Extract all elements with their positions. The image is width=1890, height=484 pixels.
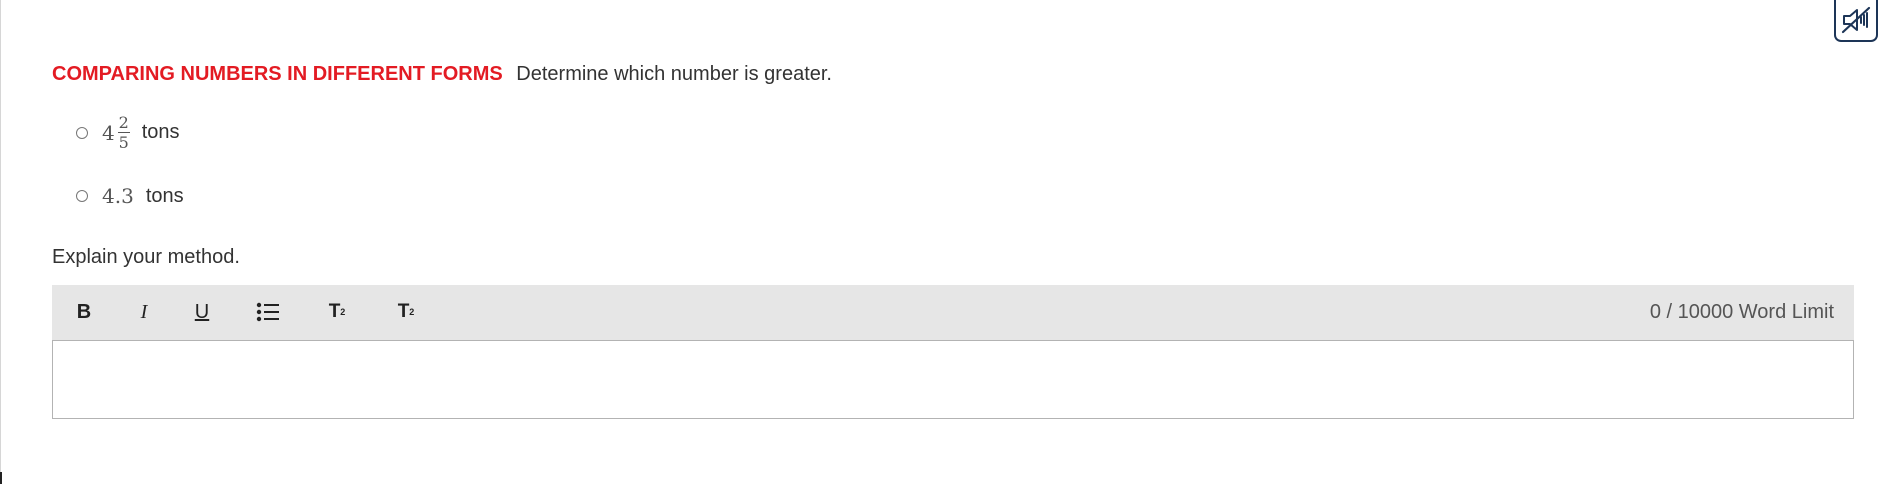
speaker-muted-icon (1841, 6, 1871, 34)
fraction: 2 5 (117, 113, 130, 152)
corner-mark (0, 472, 2, 484)
question-header: COMPARING NUMBERS IN DIFFERENT FORMS Det… (52, 62, 832, 86)
option-2-radio[interactable] (76, 190, 88, 202)
fraction-denominator: 5 (118, 133, 129, 152)
subscript-mark: 2 (409, 307, 415, 317)
option-2-unit: tons (145, 184, 184, 207)
italic-button[interactable]: I (120, 292, 168, 332)
left-border (0, 0, 1, 484)
decimal-number: 4.3 (102, 184, 134, 208)
subscript-letter: T (397, 301, 410, 322)
option-1-unit: tons (141, 121, 180, 143)
fraction-numerator: 2 (118, 113, 129, 132)
bold-button[interactable]: B (60, 292, 108, 332)
superscript-mark: 2 (340, 307, 346, 317)
editor-toolbar: B I U T2 T2 0 / 10000 Word Limit (52, 285, 1854, 340)
superscript-button[interactable]: T2 (313, 292, 361, 332)
answer-option-1[interactable]: 4 2 5 tons (76, 114, 180, 151)
superscript-letter: T (328, 301, 341, 322)
question-title: COMPARING NUMBERS IN DIFFERENT FORMS (52, 63, 503, 85)
mute-toggle-button[interactable] (1834, 0, 1878, 42)
answer-option-2[interactable]: 4.3 tons (76, 184, 184, 208)
subscript-button[interactable]: T2 (382, 292, 430, 332)
answer-text-editor[interactable] (52, 340, 1854, 419)
mixed-number-whole: 4 (102, 120, 115, 145)
word-count: 0 / 10000 Word Limit (1649, 301, 1834, 323)
option-1-radio[interactable] (76, 126, 88, 139)
question-prompt: Determine which number is greater. (516, 63, 832, 85)
explain-label: Explain your method. (52, 246, 240, 268)
underline-button[interactable]: U (178, 292, 226, 332)
mixed-number: 4 2 5 (102, 114, 130, 151)
bulleted-list-button[interactable] (244, 292, 292, 332)
bulleted-list-icon (256, 302, 279, 322)
